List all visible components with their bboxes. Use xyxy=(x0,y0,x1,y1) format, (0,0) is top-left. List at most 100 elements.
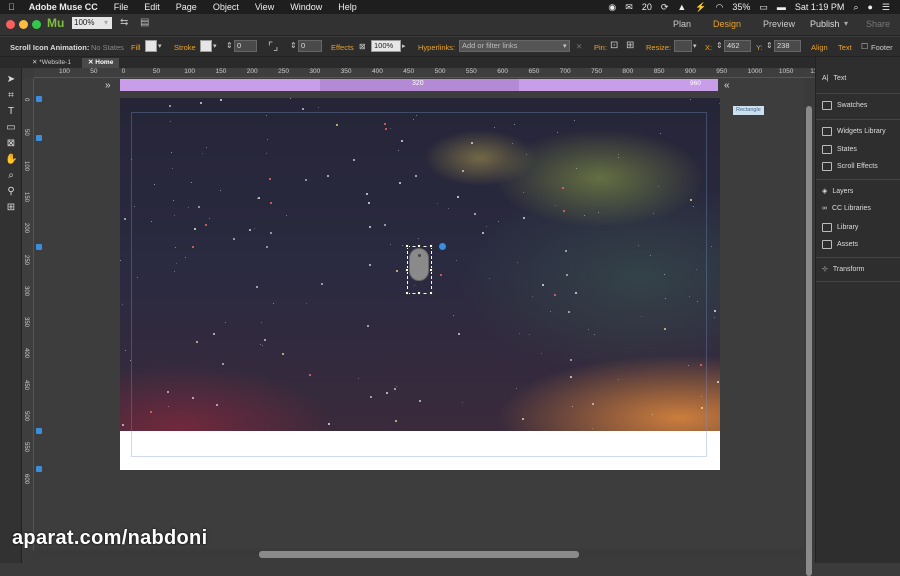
menu-help[interactable]: Help xyxy=(330,2,365,12)
resize-handle-t[interactable] xyxy=(417,244,421,248)
resize-handle-tr[interactable] xyxy=(429,244,433,248)
zoom-tool-icon[interactable]: ⌕ xyxy=(5,170,17,182)
mail-icon[interactable]: ✉ xyxy=(625,2,633,13)
effects-icon[interactable]: ⊠ xyxy=(359,42,366,51)
warning-icon[interactable]: ▲ xyxy=(677,2,686,12)
y-stepper-icon[interactable]: ⇕ xyxy=(766,41,773,50)
battery-icon[interactable]: ▭ xyxy=(759,2,768,13)
header-guide-handle-2[interactable] xyxy=(36,135,42,141)
breakpoint-left-arrow-icon[interactable]: » xyxy=(105,80,111,91)
share-button[interactable]: Share xyxy=(866,19,890,29)
menu-file[interactable]: File xyxy=(106,2,137,12)
opacity-arrow-icon[interactable]: ▸ xyxy=(402,42,406,50)
scroll-mouse-icon[interactable] xyxy=(409,248,429,281)
resize-handle-tl[interactable] xyxy=(405,244,409,248)
horizontal-scroll-thumb[interactable] xyxy=(259,551,579,558)
fill-swatch[interactable] xyxy=(145,40,157,52)
corner-radius-icon[interactable]: ⌜⌟ xyxy=(268,40,278,53)
panel-layers[interactable]: ◈ Layers xyxy=(822,187,853,196)
hand-tool-icon[interactable]: ✋ xyxy=(5,154,17,166)
menu-view[interactable]: View xyxy=(247,2,282,12)
sample-tool-icon[interactable]: ⚲ xyxy=(5,186,17,198)
pin-label[interactable]: Pin: xyxy=(594,43,607,52)
vertical-scrollbar[interactable] xyxy=(804,78,814,576)
resize-handle-br[interactable] xyxy=(429,291,433,295)
hyperlinks-dropdown-icon[interactable]: ▾ xyxy=(563,42,567,50)
clear-link-icon[interactable]: ✕ xyxy=(576,42,582,51)
align-link[interactable]: Align xyxy=(811,43,828,52)
fill-label[interactable]: Fill xyxy=(131,43,141,52)
panel-transform[interactable]: ⊹ Transform xyxy=(822,265,865,274)
mode-preview[interactable]: Preview xyxy=(763,19,795,29)
corner-radius-input[interactable]: 0 xyxy=(298,40,322,52)
menu-window[interactable]: Window xyxy=(282,2,330,12)
pin-scroll-icon[interactable]: ⊞ xyxy=(626,40,634,51)
x-input[interactable]: 462 xyxy=(724,40,751,52)
notification-list-icon[interactable]: ☰ xyxy=(882,2,890,13)
horizontal-scrollbar[interactable] xyxy=(34,550,804,559)
mode-design[interactable]: Design xyxy=(713,19,741,29)
page-height-handle[interactable] xyxy=(36,244,42,250)
flag-icon[interactable]: ▬ xyxy=(777,2,786,12)
hyperlinks-label[interactable]: Hyperlinks: xyxy=(418,43,455,52)
tab-website[interactable]: ✕ *Website-1 xyxy=(26,58,77,68)
stroke-swatch[interactable] xyxy=(200,40,212,52)
spotlight-search-icon[interactable]: ⌕ xyxy=(853,2,858,13)
sync-icon[interactable]: ⟳ xyxy=(661,2,669,13)
panel-widgets-library[interactable]: Widgets Library xyxy=(822,127,886,136)
zoom-window-button[interactable] xyxy=(32,20,41,29)
state-value[interactable]: No States xyxy=(91,43,124,52)
stroke-label[interactable]: Stroke xyxy=(174,43,196,52)
hyperlinks-input[interactable]: Add or filter links xyxy=(459,40,570,52)
panel-cc-libraries[interactable]: ∞ CC Libraries xyxy=(822,205,871,212)
panel-scroll-effects[interactable]: Scroll Effects xyxy=(822,162,878,171)
panel-library[interactable]: Library xyxy=(822,223,858,232)
resize-select[interactable] xyxy=(674,40,692,52)
layout-icon[interactable]: ▤ xyxy=(140,17,149,28)
selection-tool-icon[interactable]: ➤ xyxy=(5,74,17,86)
text-link[interactable]: Text xyxy=(838,43,852,52)
menu-edit[interactable]: Edit xyxy=(136,2,168,12)
resize-handle-bl[interactable] xyxy=(405,291,409,295)
pin-grid-icon[interactable]: ⊡ xyxy=(610,40,618,51)
resize-dropdown-icon[interactable]: ▾ xyxy=(693,42,697,50)
footer-checkbox[interactable]: ☐ xyxy=(861,42,868,51)
close-window-button[interactable] xyxy=(6,20,15,29)
record-icon[interactable]: ◉ xyxy=(608,2,616,13)
opacity-input[interactable]: 100% xyxy=(371,40,401,52)
zoom-dropdown-icon[interactable]: ▾ xyxy=(104,18,108,27)
effects-label[interactable]: Effects xyxy=(331,43,354,52)
panel-text[interactable]: A| Text xyxy=(822,75,846,82)
publish-dropdown-icon[interactable]: ▾ xyxy=(844,19,848,28)
breakpoint-right-arrow-icon[interactable]: « xyxy=(724,80,730,91)
footer-guide-handle[interactable] xyxy=(36,428,42,434)
fill-dropdown-icon[interactable]: ▾ xyxy=(158,42,162,50)
tab-home[interactable]: ✕ Home xyxy=(82,58,120,68)
content-tool-icon[interactable]: ⊞ xyxy=(5,202,17,214)
panel-swatches[interactable]: Swatches xyxy=(822,101,867,110)
stroke-stepper-icon[interactable]: ⇕ xyxy=(226,41,233,50)
resize-handle-l[interactable] xyxy=(405,268,409,272)
bolt-icon[interactable]: ⚡ xyxy=(695,2,706,13)
x-stepper-icon[interactable]: ⇕ xyxy=(716,41,723,50)
rectangle-tool-icon[interactable]: ▭ xyxy=(5,122,17,134)
vertical-scroll-thumb[interactable] xyxy=(806,106,812,576)
panel-states[interactable]: States xyxy=(822,145,857,154)
frame-tool-icon[interactable]: ⊠ xyxy=(5,138,17,150)
resize-handle-r[interactable] xyxy=(429,268,433,272)
app-menu[interactable]: Adobe Muse CC xyxy=(23,2,106,12)
minimize-window-button[interactable] xyxy=(19,20,28,29)
stroke-dropdown-icon[interactable]: ▾ xyxy=(213,42,217,50)
crop-tool-icon[interactable]: ⌗ xyxy=(5,90,17,102)
publish-button[interactable]: Publish xyxy=(810,19,840,29)
y-input[interactable]: 238 xyxy=(774,40,801,52)
user-avatar-icon[interactable]: ● xyxy=(867,2,872,12)
apple-menu-icon[interactable]:  xyxy=(0,2,23,12)
stroke-width-input[interactable]: 0 xyxy=(234,40,257,52)
clock[interactable]: Sat 1:19 PM xyxy=(795,2,845,12)
mode-plan[interactable]: Plan xyxy=(673,19,691,29)
menu-page[interactable]: Page xyxy=(168,2,205,12)
wifi-icon[interactable]: ◠ xyxy=(716,2,724,13)
panel-assets[interactable]: Assets xyxy=(822,240,858,249)
text-tool-icon[interactable]: T xyxy=(5,106,17,118)
